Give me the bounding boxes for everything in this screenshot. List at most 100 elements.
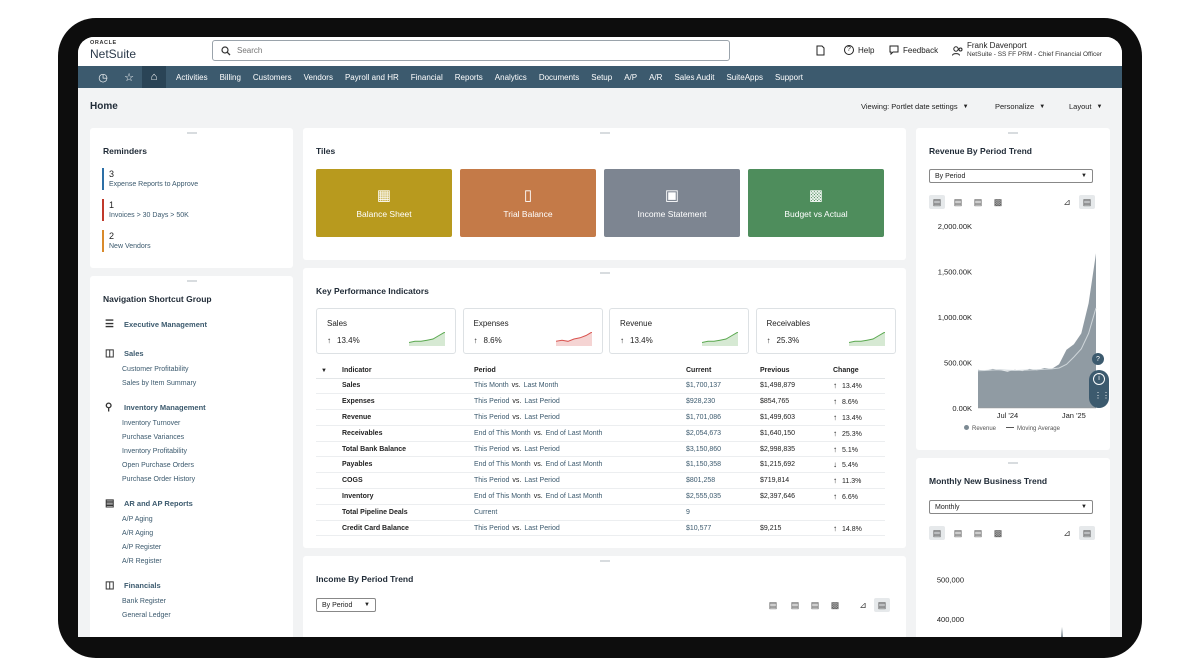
kpi-card-revenue[interactable]: Revenue ↑ 13.4% [609,308,749,354]
period-link[interactable]: This Month [474,382,509,389]
nav-activities[interactable]: Activities [170,73,214,82]
nav-documents[interactable]: Documents [533,73,585,82]
table-row[interactable]: Credit Card Balance This Period vs. Last Pe… [316,520,885,537]
legend-moving-average[interactable]: Moving Average [1006,426,1060,432]
table-row[interactable]: Payables End of This Month vs. End of Last … [316,456,885,474]
nav-financial[interactable]: Financial [405,73,449,82]
link-open-purchase-orders[interactable]: Open Purchase Orders [122,462,194,469]
drag-handle[interactable] [186,132,197,134]
compare-period-link[interactable]: Last Month [524,382,559,389]
bar-chart-icon[interactable]: ▤ [950,526,966,540]
col-period[interactable]: Period [474,363,686,379]
drag-handle[interactable] [186,280,197,282]
stacked-bar-icon[interactable]: ▤ [765,598,781,612]
nav-setup[interactable]: Setup [585,73,618,82]
monthly-period-select[interactable]: Monthly ▼ [929,500,1093,514]
period-link[interactable]: End of This Month [474,461,531,468]
link-customer-profitability[interactable]: Customer Profitability [122,366,189,373]
help-bubble-icon[interactable]: ? [1092,353,1104,365]
table-row[interactable]: Total Pipeline Deals Current 9 [316,504,885,521]
tile-income-statement[interactable]: ▣ Income Statement [604,169,740,237]
link-purchase-order-history[interactable]: Purchase Order History [122,476,195,483]
drag-handle[interactable] [599,132,610,134]
nav-vendors[interactable]: Vendors [298,73,339,82]
revenue-period-select[interactable]: By Period ▼ [929,169,1093,183]
col-change[interactable]: Change [833,363,885,379]
link-ap-aging[interactable]: A/P Aging [122,516,153,523]
table-row[interactable]: Expenses This Period vs. Last Period $928,23… [316,393,885,411]
star-icon[interactable]: ☆ [116,71,142,84]
table-row[interactable]: COGS This Period vs. Last Period $801,258 $71… [316,472,885,490]
compare-period-link[interactable]: Last Period [524,525,559,532]
area-chart-icon[interactable]: ▤ [874,598,890,612]
column-chart-icon[interactable]: ▩ [990,195,1006,209]
period-link[interactable]: This Period [474,398,509,405]
current-value-link[interactable]: $3,150,860 [686,441,760,458]
tile-trial-balance[interactable]: ▯ Trial Balance [460,169,596,237]
period-link[interactable]: This Period [474,414,509,421]
help-button[interactable]: ? Help [844,45,874,55]
current-value-link[interactable]: $2,555,035 [686,488,760,505]
current-value-link[interactable]: 9 [686,504,760,521]
nav-payroll-hr[interactable]: Payroll and HR [339,73,405,82]
link-inventory-profitability[interactable]: Inventory Profitability [122,448,187,455]
apps-grid-icon[interactable]: ⋮⋮ [1094,392,1110,400]
current-value-link[interactable]: $1,700,137 [686,378,760,395]
nav-customers[interactable]: Customers [247,73,298,82]
compare-period-link[interactable]: End of Last Month [546,430,603,437]
current-value-link[interactable]: $928,230 [686,393,760,411]
table-row[interactable]: Inventory End of This Month vs. End of Last… [316,488,885,505]
kpi-card-receivables[interactable]: Receivables ↑ 25.3% [755,308,896,354]
reminder-new-vendors[interactable]: 2 New Vendors [102,230,252,252]
period-link[interactable]: End of This Month [474,493,531,500]
shortcut-group-ar-ap[interactable]: ▤ AR and AP Reports [105,498,193,509]
feedback-button[interactable]: Feedback [889,45,938,55]
link-general-ledger[interactable]: General Ledger [122,612,171,619]
compare-period-link[interactable]: Last Period [524,414,559,421]
home-icon[interactable]: ⌂ [142,66,166,88]
horizontal-bar-icon[interactable]: ▤ [807,598,823,612]
viewing-selector[interactable]: Viewing: Portlet date settings ▼ [861,102,969,111]
compare-period-link[interactable]: End of Last Month [546,461,603,468]
recent-history-icon[interactable]: ◷ [90,71,116,84]
tile-balance-sheet[interactable]: ▦ Balance Sheet [316,169,452,237]
kpi-card-sales[interactable]: Sales ↑ 13.4% [316,308,456,354]
stacked-bar-icon[interactable]: ▤ [929,195,945,209]
bar-chart-icon[interactable]: ▤ [787,598,803,612]
compare-period-link[interactable]: Last Period [524,398,559,405]
bar-chart-icon[interactable]: ▤ [950,195,966,209]
link-purchase-variances[interactable]: Purchase Variances [122,434,184,441]
shortcut-executive-management[interactable]: ☰ Executive Management [105,319,207,330]
drag-handle[interactable] [599,560,610,562]
line-chart-icon[interactable]: ⊿ [1059,195,1075,209]
nav-reports[interactable]: Reports [449,73,489,82]
period-link[interactable]: End of This Month [474,430,531,437]
nav-support[interactable]: Support [769,73,809,82]
current-value-link[interactable]: $2,054,673 [686,425,760,442]
col-previous[interactable]: Previous [760,363,833,379]
netsuite-logo[interactable]: ORACLE NetSuite [90,40,136,59]
column-chart-icon[interactable]: ▩ [827,598,843,612]
link-ap-register[interactable]: A/P Register [122,544,161,551]
current-value-link[interactable]: $1,150,358 [686,456,760,474]
kpi-card-expenses[interactable]: Expenses ↑ 8.6% [462,308,603,354]
tile-budget-vs-actual[interactable]: ▩ Budget vs Actual [748,169,884,237]
shortcut-group-sales[interactable]: ◫ Sales [105,348,144,359]
compare-period-link[interactable]: Last Period [524,446,559,453]
drag-handle[interactable] [1008,462,1018,464]
period-link[interactable]: This Period [474,525,509,532]
link-ar-aging[interactable]: A/R Aging [122,530,153,537]
table-row[interactable]: Receivables End of This Month vs. End of La… [316,425,885,442]
horizontal-bar-icon[interactable]: ▤ [970,526,986,540]
shortcut-group-inventory[interactable]: ⚲ Inventory Management [105,402,206,413]
area-chart-icon[interactable]: ▤ [1079,526,1095,540]
stacked-bar-icon[interactable]: ▤ [929,526,945,540]
layout-button[interactable]: Layout ▼ [1069,102,1102,111]
recent-records-button[interactable] [816,45,825,56]
reminder-invoices[interactable]: 1 Invoices > 30 Days > 50K [102,199,252,221]
line-chart-icon[interactable]: ⊿ [855,598,871,612]
compare-period-link[interactable]: Last Period [524,477,559,484]
nav-billing[interactable]: Billing [214,73,247,82]
compare-period-link[interactable]: End of Last Month [546,493,603,500]
col-indicator[interactable]: Indicator [342,363,474,379]
